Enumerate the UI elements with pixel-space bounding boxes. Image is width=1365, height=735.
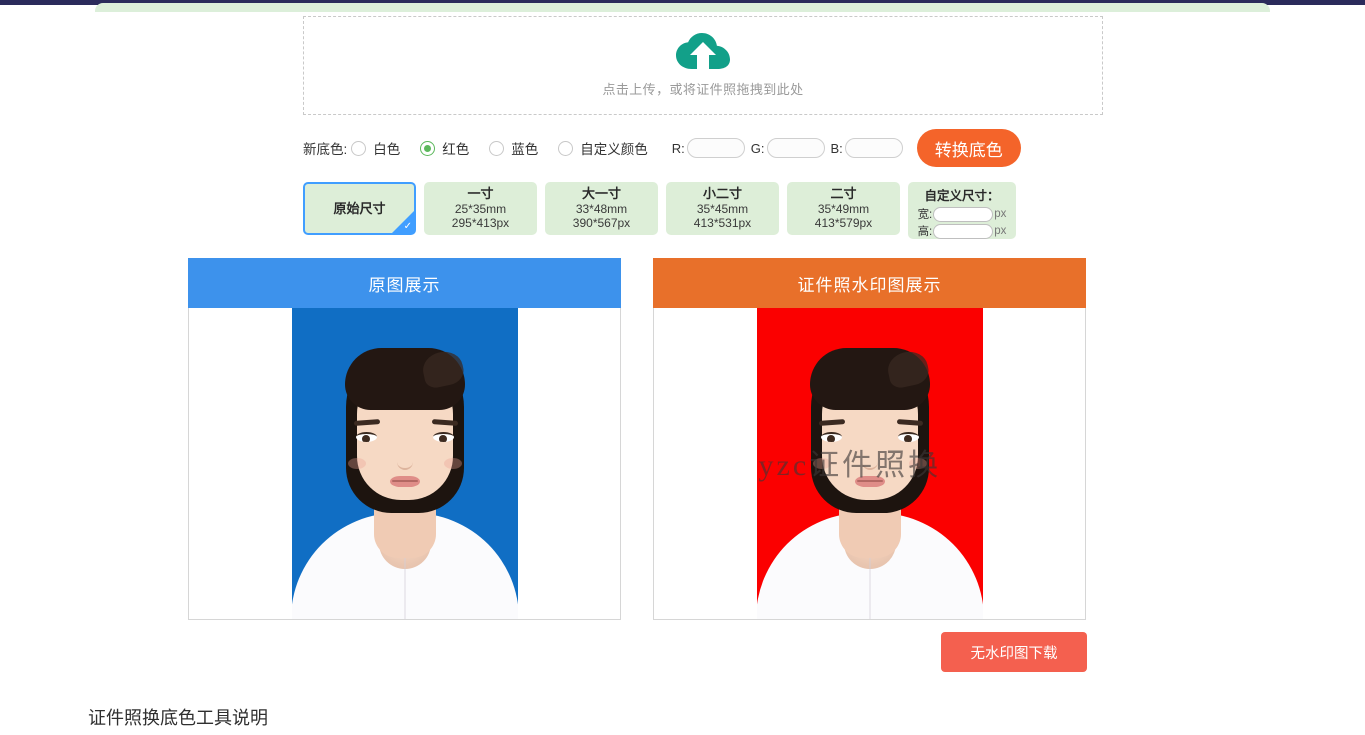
size-selector-row: 原始尺寸 ✓ 一寸 25*35mm 295*413px 大一寸 33*48mm …	[303, 182, 1016, 239]
rgb-input-g[interactable]	[766, 138, 825, 158]
size-option-small-two-inch-mm: 35*45mm	[696, 201, 749, 216]
size-option-large-one-inch[interactable]: 大一寸 33*48mm 390*567px	[545, 182, 658, 235]
custom-width-row: 宽: px	[917, 206, 1007, 222]
custom-width-label: 宽:	[917, 209, 933, 221]
rgb-field-r: R:	[672, 138, 745, 158]
watermarked-panel-body: yzc证件照换	[653, 308, 1086, 620]
size-option-small-two-inch-px: 413*531px	[693, 216, 752, 231]
watermarked-image-panel: 证件照水印图展示 yzc证件照换	[653, 258, 1086, 620]
radio-white-dot	[351, 140, 367, 156]
size-option-one-inch[interactable]: 一寸 25*35mm 295*413px	[424, 182, 537, 235]
upload-dropzone[interactable]: 点击上传，或将证件照拖拽到此处	[303, 16, 1103, 115]
size-option-original[interactable]: 原始尺寸 ✓	[303, 182, 416, 235]
size-option-two-inch-px: 413*579px	[814, 216, 873, 231]
rgb-input-b[interactable]	[844, 138, 903, 158]
size-option-large-one-inch-mm: 33*48mm	[575, 201, 628, 216]
size-option-one-inch-px: 295*413px	[451, 216, 510, 231]
size-option-one-inch-mm: 25*35mm	[454, 201, 507, 216]
size-option-large-one-inch-px: 390*567px	[572, 216, 631, 231]
radio-blue-dot	[489, 140, 505, 156]
radio-red-dot	[420, 140, 436, 156]
radio-custom-color[interactable]: 自定义颜色	[558, 138, 648, 158]
tool-instructions-heading: 证件照换底色工具说明	[88, 708, 268, 728]
radio-blue-label: 蓝色	[511, 142, 539, 157]
original-image-panel: 原图展示	[188, 258, 621, 620]
radio-white-label: 白色	[373, 142, 401, 157]
radio-custom-color-label: 自定义颜色	[580, 142, 648, 157]
size-option-original-name: 原始尺寸	[333, 200, 386, 216]
custom-width-unit: px	[994, 208, 1007, 220]
size-option-small-two-inch-name: 小二寸	[702, 185, 742, 201]
rgb-label-g: G:	[750, 140, 765, 156]
radio-blue[interactable]: 蓝色	[489, 138, 538, 158]
size-option-small-two-inch[interactable]: 小二寸 35*45mm 413*531px	[666, 182, 779, 235]
size-option-large-one-inch-name: 大一寸	[581, 185, 621, 201]
rgb-field-g: G:	[751, 138, 825, 158]
portrait-graphic	[291, 308, 518, 619]
rgb-input-r[interactable]	[686, 138, 745, 158]
rgb-field-b: B:	[831, 138, 903, 158]
radio-red[interactable]: 红色	[420, 138, 469, 158]
size-option-two-inch-name: 二寸	[830, 185, 857, 201]
check-icon: ✓	[403, 221, 412, 232]
custom-height-unit: px	[994, 225, 1007, 237]
background-color-label: 新底色:	[303, 142, 348, 157]
size-option-two-inch-mm: 35*49mm	[817, 201, 870, 216]
cloud-upload-icon	[676, 33, 730, 69]
rgb-label-b: B:	[830, 140, 843, 156]
original-panel-title: 原图展示	[188, 258, 621, 308]
original-panel-body	[188, 308, 621, 620]
custom-height-input[interactable]	[933, 223, 994, 239]
custom-height-row: 高: px	[917, 223, 1007, 239]
watermarked-panel-title: 证件照水印图展示	[653, 258, 1086, 308]
radio-custom-color-dot	[558, 140, 574, 156]
download-no-watermark-button[interactable]: 无水印图下载	[941, 632, 1087, 672]
background-color-row: 新底色: 白色 红色 蓝色 自定义颜色 R: G: B: 转换底色	[303, 129, 1103, 167]
custom-width-input[interactable]	[933, 206, 994, 222]
radio-white[interactable]: 白色	[351, 138, 400, 158]
size-option-one-inch-name: 一寸	[467, 185, 494, 201]
custom-height-label: 高:	[917, 226, 933, 238]
page-root: 点击上传，或将证件照拖拽到此处 新底色: 白色 红色 蓝色 自定义颜色 R: G…	[0, 0, 1365, 735]
custom-size-panel: 自定义尺寸： 宽: px 高: px	[908, 182, 1016, 239]
custom-size-title: 自定义尺寸：	[924, 189, 1000, 203]
convert-background-button[interactable]: 转换底色	[916, 129, 1021, 167]
rgb-label-r: R:	[671, 140, 685, 156]
size-option-two-inch[interactable]: 二寸 35*49mm 413*579px	[787, 182, 900, 235]
radio-red-label: 红色	[442, 142, 470, 157]
watermarked-photo: yzc证件照换	[756, 308, 983, 619]
rgb-input-group: R: G: B:	[672, 138, 909, 158]
original-photo	[291, 308, 518, 619]
content-panel-top-edge	[95, 3, 1270, 12]
portrait-graphic	[756, 308, 983, 619]
upload-hint-text: 点击上传，或将证件照拖拽到此处	[602, 82, 804, 97]
